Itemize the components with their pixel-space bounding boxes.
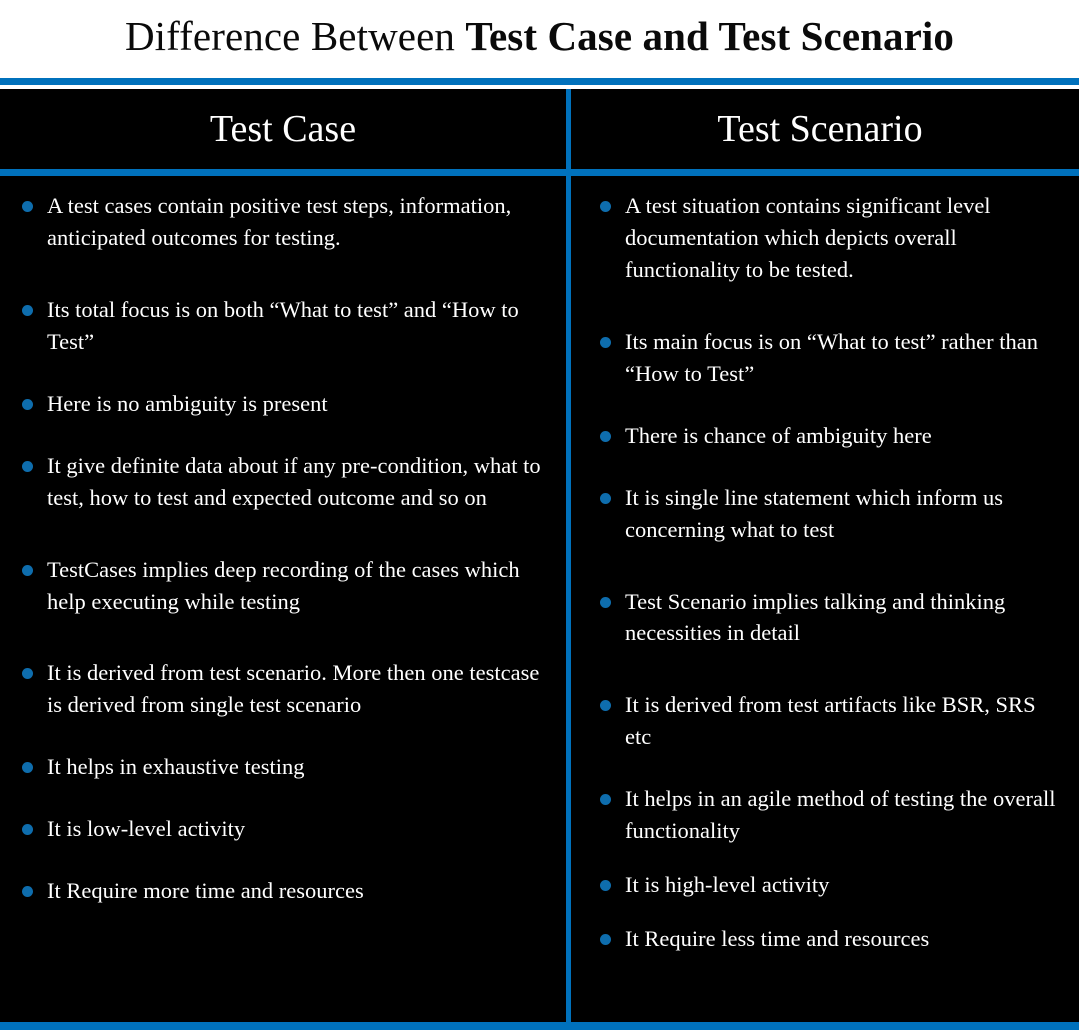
header-label-test-case: Test Case (209, 108, 357, 150)
bullet-dot-icon (600, 794, 611, 806)
bullet-dot-icon (600, 934, 611, 946)
header-column-divider (566, 89, 571, 169)
list-item: Its total focus is on both “What to test… (22, 294, 548, 358)
bullet-dot-icon (22, 668, 33, 680)
list-item: It is single line statement which inform… (600, 482, 1064, 546)
bullet-dot-icon (600, 492, 611, 504)
header-label-test-scenario: Test Scenario (717, 108, 923, 150)
bullet-dot-icon (22, 564, 33, 576)
bullet-dot-icon (600, 201, 611, 212)
list-item-text: Its total focus is on both “What to test… (47, 296, 519, 354)
list-item-text: It is derived from test artifacts like B… (625, 692, 1036, 750)
header-cell-test-scenario: Test Scenario (566, 89, 1074, 169)
bullet-dot-icon (600, 596, 611, 608)
list-item-text: It Require more time and resources (47, 878, 364, 904)
header-cell-test-case: Test Case (0, 89, 566, 169)
title-prefix: Difference Between (124, 13, 466, 60)
title-bar: Difference Between Test Case and Test Sc… (0, 0, 1079, 78)
list-item-text: It is high-level activity (625, 872, 830, 898)
bullet-dot-icon (600, 430, 611, 442)
list-item: It Require less time and resources (600, 923, 1064, 955)
bullet-list-test-case: A test cases contain positive test steps… (22, 190, 548, 907)
list-item: It is high-level activity (600, 869, 1064, 901)
bullet-dot-icon (600, 700, 611, 712)
bullet-dot-icon (22, 460, 33, 472)
list-item-text: A test cases contain positive test steps… (47, 193, 512, 250)
bullet-dot-icon (22, 201, 33, 212)
bullet-list-test-scenario: A test situation contains significant le… (600, 190, 1064, 955)
list-item: It Require more time and resources (22, 875, 548, 907)
list-item-text: It is low-level activity (47, 816, 246, 842)
bullet-dot-icon (22, 886, 33, 898)
list-item: There is chance of ambiguity here (600, 420, 1064, 452)
list-item: Test Scenario implies talking and thinki… (600, 586, 1064, 650)
title-emphasis: Test Case and Test Scenario (465, 13, 955, 60)
list-item: A test cases contain positive test steps… (22, 190, 548, 254)
list-item-text: It helps in exhaustive testing (47, 754, 305, 780)
list-item: It is derived from test artifacts like B… (600, 689, 1064, 753)
list-item-text: It give definite data about if any pre-c… (47, 452, 541, 510)
list-item-text: A test situation contains significant le… (625, 193, 991, 282)
table-body: A test cases contain positive test steps… (0, 176, 1079, 1027)
list-item: It give definite data about if any pre-c… (22, 450, 548, 514)
table-header-row: Test Case Test Scenario (0, 89, 1079, 169)
list-item-text: It is derived from test scenario. More t… (47, 660, 540, 718)
list-item-text: TestCases implies deep recording of the … (47, 556, 520, 614)
bullet-dot-icon (22, 398, 33, 410)
list-item: It helps in an agile method of testing t… (600, 783, 1064, 847)
list-item: It is derived from test scenario. More t… (22, 657, 548, 721)
list-item: TestCases implies deep recording of the … (22, 554, 548, 618)
column-test-case: A test cases contain positive test steps… (0, 176, 566, 1027)
list-item: It is low-level activity (22, 813, 548, 845)
list-item: It helps in exhaustive testing (22, 751, 548, 783)
list-item-text: There is chance of ambiguity here (625, 422, 932, 448)
list-item-text: Here is no ambiguity is present (47, 390, 328, 416)
list-item: A test situation contains significant le… (600, 190, 1064, 286)
list-item-text: It Require less time and resources (625, 926, 930, 952)
column-test-scenario: A test situation contains significant le… (566, 176, 1074, 1027)
bullet-dot-icon (22, 762, 33, 774)
list-item-text: It is single line statement which inform… (625, 484, 1004, 542)
header-bottom-rule (0, 169, 1079, 176)
list-item-text: It helps in an agile method of testing t… (625, 786, 1056, 844)
bullet-dot-icon (600, 336, 611, 348)
page-title: Difference Between Test Case and Test Sc… (125, 15, 954, 58)
bullet-dot-icon (22, 304, 33, 316)
top-rule (0, 78, 1079, 85)
body-column-divider (566, 176, 571, 1027)
bullet-dot-icon (22, 824, 33, 836)
list-item: Its main focus is on “What to test” rath… (600, 326, 1064, 390)
bullet-dot-icon (600, 880, 611, 892)
bottom-rule (0, 1022, 1079, 1030)
list-item-text: Test Scenario implies talking and thinki… (625, 588, 1006, 646)
list-item-text: Its main focus is on “What to test” rath… (625, 328, 1038, 386)
list-item: Here is no ambiguity is present (22, 388, 548, 420)
comparison-slide: Difference Between Test Case and Test Sc… (0, 0, 1079, 1033)
